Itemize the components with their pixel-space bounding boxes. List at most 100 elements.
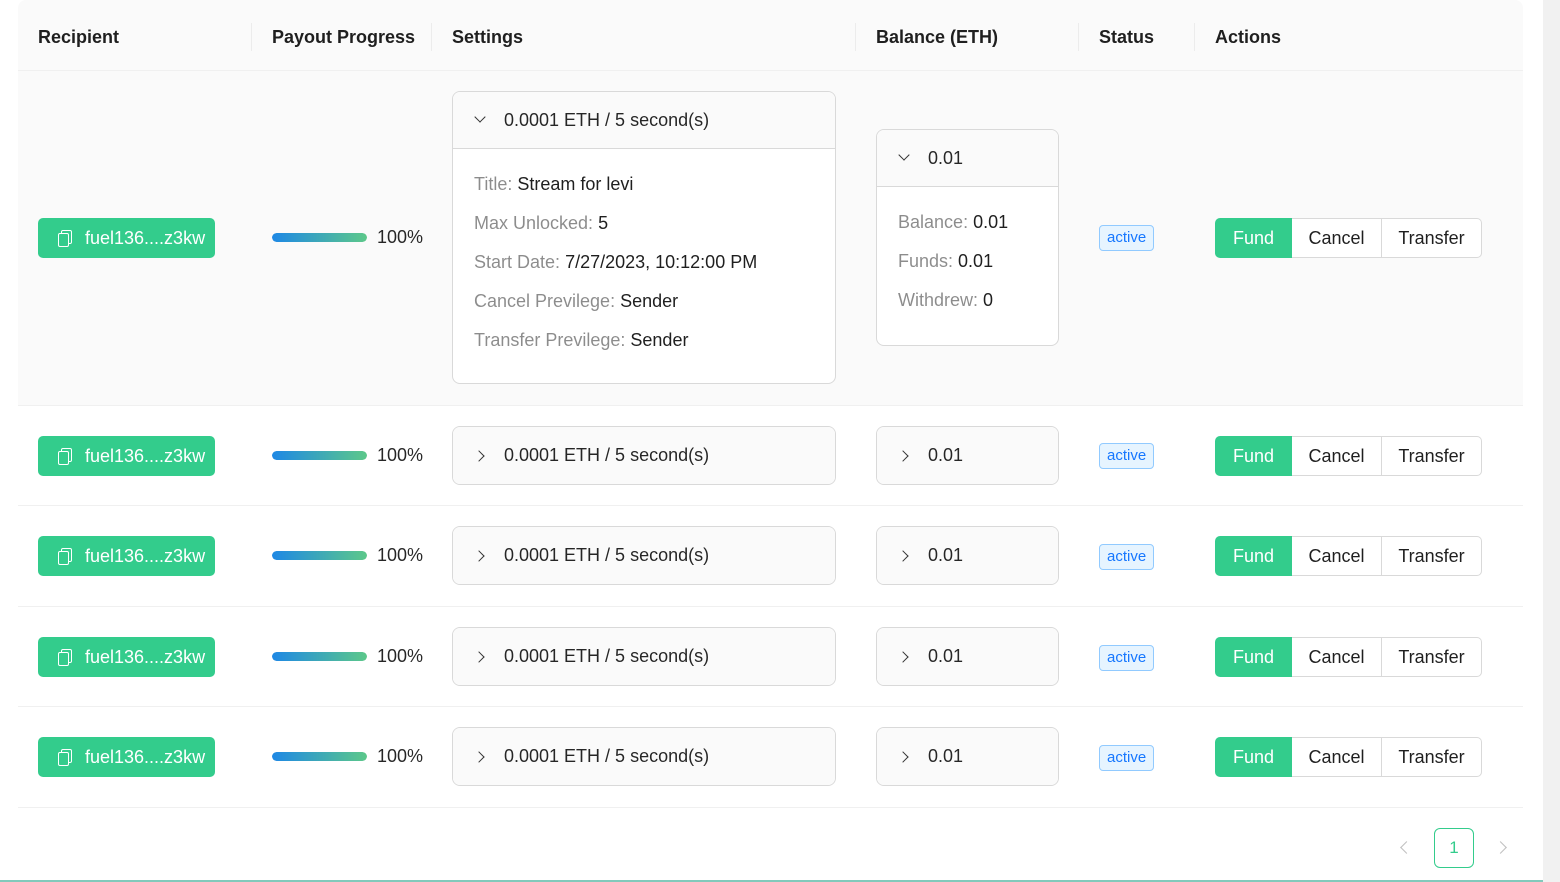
settings-collapse: 0.0001 ETH / 5 second(s) (452, 426, 836, 485)
fund-button[interactable]: Fund (1215, 536, 1292, 576)
settings-summary: 0.0001 ETH / 5 second(s) (504, 746, 710, 766)
recipient-address: fuel136....z3kw (85, 227, 206, 248)
balance-summary: 0.01 (928, 746, 964, 766)
column-divider (855, 23, 856, 51)
recipient-copy-button[interactable]: fuel136....z3kw (38, 436, 215, 476)
payout-progress: 100% (272, 744, 432, 768)
settings-summary: 0.0001 ETH / 5 second(s) (504, 646, 710, 666)
setting-start-date: Start Date: 7/27/2023, 10:12:00 PM (474, 252, 758, 272)
setting-value: Sender (630, 330, 689, 350)
transfer-button[interactable]: Transfer (1382, 637, 1482, 677)
copy-icon (58, 649, 72, 666)
settings-summary: 0.0001 ETH / 5 second(s) (504, 545, 710, 565)
balance-details: Balance: 0.01 Funds: 0.01 Withdrew: 0 (877, 187, 1058, 316)
balance-collapse-header[interactable]: 0.01 (877, 130, 1058, 187)
progress-percent: 100% (377, 544, 424, 565)
payout-progress: 100% (272, 443, 432, 467)
balance-summary: 0.01 (928, 445, 964, 465)
balance-collapse: 0.01 (876, 526, 1059, 585)
recipient-copy-button[interactable]: fuel136....z3kw (38, 637, 215, 677)
balance-key: Funds (898, 251, 949, 271)
table-row: fuel136....z3kw 100% 0.0001 ETH / 5 seco… (18, 406, 1523, 506)
transfer-button[interactable]: Transfer (1382, 218, 1482, 258)
setting-value: Sender (620, 291, 679, 311)
balance-balance: Balance: 0.01 (898, 212, 1009, 232)
copy-icon (58, 448, 72, 465)
row-actions: Fund Cancel Transfer (1215, 218, 1482, 258)
balance-collapse: 0.01 (876, 426, 1059, 485)
progress-fill (272, 550, 367, 560)
fund-button[interactable]: Fund (1215, 218, 1292, 258)
recipient-address: fuel136....z3kw (85, 545, 206, 566)
progress-fill (272, 450, 367, 460)
recipient-copy-button[interactable]: fuel136....z3kw (38, 536, 215, 576)
balance-summary: 0.01 (928, 147, 964, 168)
page-1-button[interactable]: 1 (1434, 828, 1474, 868)
chevron-down-icon (899, 153, 909, 163)
chevron-right-icon (899, 451, 909, 461)
table-row: fuel136....z3kw 100% 0.0001 ETH / 5 seco… (18, 707, 1523, 808)
column-header-settings: Settings (452, 27, 524, 47)
setting-key: Start Date (474, 252, 556, 272)
chevron-right-icon (899, 752, 909, 762)
balance-summary: 0.01 (928, 545, 964, 565)
fund-button[interactable]: Fund (1215, 436, 1292, 476)
settings-collapse-header[interactable]: 0.0001 ETH / 5 second(s) (453, 92, 835, 149)
balance-value: 0 (983, 290, 994, 310)
chevron-right-icon (475, 451, 485, 461)
setting-value: Stream for levi (517, 174, 634, 194)
progress-bar (272, 550, 367, 560)
setting-title: Title: Stream for levi (474, 174, 634, 194)
setting-key: Transfer Previlege (474, 330, 621, 350)
balance-key: Withdrew (898, 290, 974, 310)
column-divider (1194, 23, 1195, 51)
payout-progress: 100% (272, 644, 432, 668)
status-badge: active (1099, 225, 1155, 251)
balance-collapse-header[interactable]: 0.01 (877, 628, 1058, 685)
settings-summary: 0.0001 ETH / 5 second(s) (504, 109, 710, 130)
chevron-right-icon[interactable] (1490, 828, 1518, 868)
progress-bar (272, 450, 367, 460)
progress-fill (272, 232, 367, 242)
chevron-right-icon (899, 652, 909, 662)
progress-bar (272, 232, 367, 242)
cancel-button[interactable]: Cancel (1292, 637, 1382, 677)
transfer-button[interactable]: Transfer (1382, 436, 1482, 476)
chevron-left-icon[interactable] (1390, 828, 1418, 868)
column-header-status: Status (1099, 27, 1155, 47)
cancel-button[interactable]: Cancel (1292, 737, 1382, 777)
transfer-button[interactable]: Transfer (1382, 536, 1482, 576)
vertical-scrollbar[interactable] (1543, 0, 1560, 882)
chevron-right-icon (899, 551, 909, 561)
recipient-copy-button[interactable]: fuel136....z3kw (38, 218, 215, 258)
balance-collapse-header[interactable]: 0.01 (877, 527, 1058, 584)
balance-collapse: 0.01 (876, 727, 1059, 786)
cancel-button[interactable]: Cancel (1292, 536, 1382, 576)
chevron-right-icon (475, 652, 485, 662)
settings-collapse: 0.0001 ETH / 5 second(s) Title: Stream f… (452, 91, 836, 384)
transfer-button[interactable]: Transfer (1382, 737, 1482, 777)
settings-collapse-header[interactable]: 0.0001 ETH / 5 second(s) (453, 427, 835, 484)
settings-collapse: 0.0001 ETH / 5 second(s) (452, 627, 836, 686)
progress-bar (272, 651, 367, 661)
balance-withdrew: Withdrew: 0 (898, 290, 994, 310)
recipient-copy-button[interactable]: fuel136....z3kw (38, 737, 215, 777)
copy-icon (58, 548, 72, 565)
fund-button[interactable]: Fund (1215, 737, 1292, 777)
settings-collapse: 0.0001 ETH / 5 second(s) (452, 526, 836, 585)
settings-collapse: 0.0001 ETH / 5 second(s) (452, 727, 836, 786)
cancel-button[interactable]: Cancel (1292, 218, 1382, 258)
setting-key: Title (474, 174, 508, 194)
settings-collapse-header[interactable]: 0.0001 ETH / 5 second(s) (453, 628, 835, 685)
settings-collapse-header[interactable]: 0.0001 ETH / 5 second(s) (453, 728, 835, 785)
progress-fill (272, 751, 367, 761)
fund-button[interactable]: Fund (1215, 637, 1292, 677)
settings-details: Title: Stream for levi Max Unlocked: 5 S… (453, 149, 835, 356)
cancel-button[interactable]: Cancel (1292, 436, 1382, 476)
balance-collapse-header[interactable]: 0.01 (877, 728, 1058, 785)
setting-cancel-privilege: Cancel Previlege: Sender (474, 291, 679, 311)
balance-collapse-header[interactable]: 0.01 (877, 427, 1058, 484)
settings-collapse-header[interactable]: 0.0001 ETH / 5 second(s) (453, 527, 835, 584)
settings-summary: 0.0001 ETH / 5 second(s) (504, 445, 710, 465)
column-header-balance: Balance (ETH) (876, 27, 999, 47)
